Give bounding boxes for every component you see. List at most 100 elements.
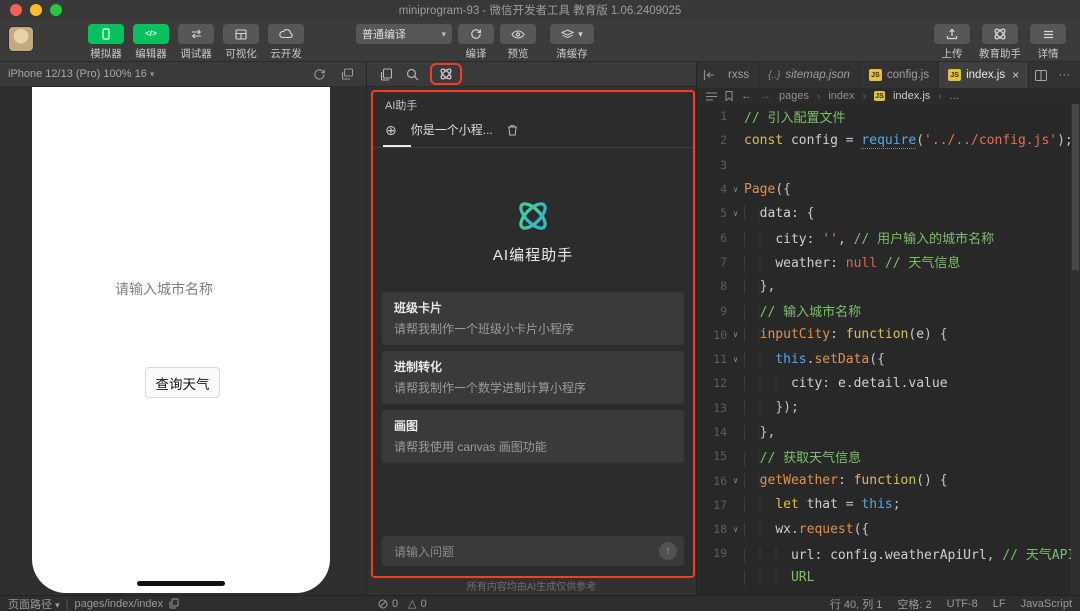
ai-suggestion-cards: 班级卡片 请帮我制作一个班级小卡片小程序 进制转化 请帮我制作一个数学进制计算小…	[382, 292, 684, 463]
rotate-device-icon[interactable]	[313, 68, 326, 81]
code-text: weather: null // 天气信息	[744, 252, 1080, 272]
main-toolbar: 模拟器 </> 编辑器 调试器 可视化 云开发 普通编译 ▾ 编译 预览 ▾ 清…	[0, 20, 1080, 62]
tab-index-js[interactable]: JS index.js ×	[939, 62, 1030, 88]
braces-icon: {..}	[768, 69, 781, 81]
language-mode[interactable]: JavaScript	[1021, 598, 1072, 610]
traffic-lights	[10, 4, 62, 16]
tab-sitemap-json[interactable]: {..} sitemap.json	[759, 62, 860, 88]
upload-icon	[946, 28, 958, 40]
query-weather-button[interactable]: 查询天气	[145, 367, 220, 398]
pages-copy-icon[interactable]	[380, 67, 393, 81]
city-input-field[interactable]: 请输入城市名称	[115, 279, 213, 299]
cloud-dev-button[interactable]: 云开发	[268, 24, 304, 61]
code-text: let that = this;	[744, 497, 1080, 513]
fold-toggle-icon[interactable]: ∨	[727, 476, 744, 485]
code-text: data: {	[744, 205, 1080, 221]
split-editor-icon[interactable]	[1034, 69, 1047, 81]
breadcrumb-index[interactable]: index	[828, 90, 854, 102]
fold-toggle-icon[interactable]: ∨	[727, 525, 744, 534]
minimize-window-button[interactable]	[30, 4, 42, 16]
line-number: 4	[720, 182, 727, 197]
code-text: // 获取天气信息	[744, 447, 1080, 466]
scrollbar-thumb[interactable]	[1072, 104, 1079, 270]
debugger-toggle-button[interactable]: 调试器	[178, 24, 214, 61]
code-text: // 输入城市名称	[744, 301, 1080, 321]
tab-config-js[interactable]: JS config.js	[860, 62, 940, 88]
problems-indicator[interactable]: 0 △ 0	[378, 597, 427, 610]
window-title: miniprogram-93 - 微信开发者工具 教育版 1.06.240902…	[398, 5, 682, 17]
preview-button[interactable]: 预览	[500, 24, 536, 61]
fold-toggle-icon[interactable]: ∨	[727, 355, 744, 364]
ai-atom-icon	[992, 27, 1008, 41]
close-window-button[interactable]	[10, 4, 22, 16]
compile-zone: 普通编译 ▾ 编译 预览 ▾ 清缓存	[356, 24, 594, 61]
device-selector[interactable]: iPhone 12/13 (Pro) 100% 16 ▾	[8, 68, 154, 80]
fold-toggle-icon[interactable]: ∨	[727, 209, 744, 218]
line-number: 5	[720, 206, 727, 221]
outline-icon[interactable]	[706, 91, 717, 101]
suggestion-card-base-convert[interactable]: 进制转化 请帮我制作一个数学进制计算小程序	[382, 351, 684, 404]
simulator-toggle-button[interactable]: 模拟器	[88, 24, 124, 61]
search-icon[interactable]	[406, 68, 419, 81]
edu-assistant-button[interactable]: 教育助手	[979, 24, 1021, 61]
code-line: 17 let that = this;	[697, 493, 1080, 517]
phone-icon	[100, 28, 112, 40]
simulator-header: iPhone 12/13 (Pro) 100% 16 ▾	[0, 62, 366, 87]
status-bar: 页面路径 ▾ | pages/index/index 0 △ 0 行 40, 列…	[0, 595, 1080, 611]
line-number: 13	[713, 400, 727, 415]
suggestion-card-drawing[interactable]: 画图 请帮我使用 canvas 画图功能	[382, 410, 684, 463]
code-text: // 引入配置文件	[744, 110, 846, 126]
ai-question-input[interactable]: 请输入问题 ↑	[382, 536, 684, 566]
fold-toggle-icon[interactable]: ∨	[727, 185, 744, 194]
compile-mode-dropdown[interactable]: 普通编译 ▾	[356, 24, 452, 44]
compile-button[interactable]: 编译	[458, 24, 494, 61]
eol-setting[interactable]: LF	[993, 598, 1006, 610]
breadcrumb-pages[interactable]: pages	[779, 90, 809, 102]
right-toolbar-group: 上传 教育助手 详情	[934, 24, 1066, 61]
session-tab[interactable]: 你是一个小程...	[411, 121, 493, 138]
fold-toggle-icon[interactable]: ∨	[727, 330, 744, 339]
bookmark-icon[interactable]	[725, 91, 733, 101]
code-line: 10 ∨ inputCity: function(e) {	[697, 323, 1080, 347]
breadcrumb-more[interactable]: ...	[950, 90, 959, 102]
clear-cache-button[interactable]: ▾ 清缓存	[550, 24, 594, 61]
ai-assistant-toggle-icon[interactable]	[438, 67, 454, 81]
panel-toggle-icon[interactable]	[697, 62, 719, 88]
encoding[interactable]: UTF-8	[947, 598, 978, 610]
line-number: 16	[713, 473, 727, 488]
line-number: 15	[713, 449, 727, 464]
maximize-window-button[interactable]	[50, 4, 62, 16]
tab-wxss-partial[interactable]: rxss	[719, 62, 760, 88]
cursor-position[interactable]: 行 40, 列 1	[830, 596, 883, 611]
close-tab-icon[interactable]: ×	[1012, 68, 1019, 82]
visual-toggle-button[interactable]: 可视化	[223, 24, 259, 61]
indent-setting[interactable]: 空格: 2	[897, 596, 931, 611]
code-text: url: config.weatherApiUrl, // 天气API的	[744, 544, 1080, 563]
suggestion-card-class-card[interactable]: 班级卡片 请帮我制作一个班级小卡片小程序	[382, 292, 684, 345]
code-line: 9 // 输入城市名称	[697, 298, 1080, 322]
editor-toggle-button[interactable]: </> 编辑器	[133, 24, 169, 61]
code-editor[interactable]: 1 // 引入配置文件 2 const config = require('../..…	[697, 104, 1080, 595]
code-line: 3	[697, 153, 1080, 177]
send-icon[interactable]: ↑	[659, 542, 677, 560]
code-lines: 1 // 引入配置文件 2 const config = require('../..…	[697, 104, 1080, 595]
code-text: getWeather: function() {	[744, 473, 1080, 489]
breadcrumb-file[interactable]: index.js	[893, 90, 930, 102]
editor-scrollbar[interactable]	[1071, 104, 1080, 595]
line-number: 9	[720, 303, 727, 318]
nav-forward-icon[interactable]: →	[760, 90, 771, 102]
new-chat-icon[interactable]: ⊕	[385, 123, 397, 137]
user-avatar[interactable]	[8, 26, 34, 52]
copy-path-icon[interactable]	[169, 598, 179, 609]
more-actions-icon[interactable]: ···	[1059, 69, 1071, 81]
multi-window-icon[interactable]	[341, 67, 354, 81]
trash-icon[interactable]	[507, 124, 518, 136]
chevron-down-icon: ▾	[55, 599, 60, 610]
code-text: },	[744, 278, 1080, 294]
line-number: 18	[713, 522, 727, 537]
code-icon: </>	[145, 29, 157, 38]
nav-back-icon[interactable]: ←	[741, 90, 752, 102]
upload-button[interactable]: 上传	[934, 24, 970, 61]
details-button[interactable]: 详情	[1030, 24, 1066, 61]
page-path-selector[interactable]: 页面路径 ▾	[8, 596, 60, 611]
